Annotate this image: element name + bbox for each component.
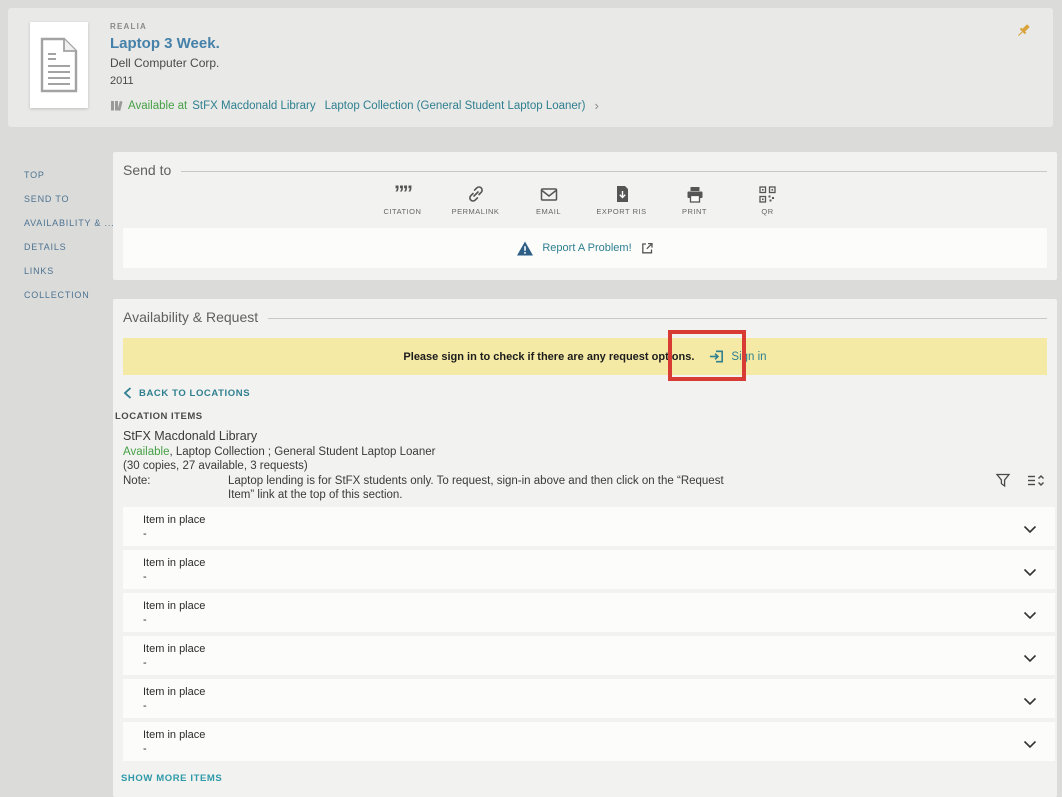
sidebar-item-availability[interactable]: AVAILABILITY & ... [24, 218, 114, 228]
record-page: { "header": { "resource_type": "REALIA",… [0, 0, 1062, 797]
location-copies: (30 copies, 27 available, 3 requests) [123, 460, 763, 472]
export-ris-button[interactable]: EXPORT RIS [585, 184, 658, 216]
signin-icon [708, 348, 725, 365]
availability-status: Available at [128, 100, 187, 112]
chevron-left-icon [123, 387, 132, 399]
availability-link[interactable]: Available at StFX Macdonald Library Lapt… [110, 98, 599, 113]
pushpin-icon [1015, 22, 1032, 39]
page-section-nav: TOP SEND TO AVAILABILITY & ... DETAILS L… [24, 170, 114, 314]
item-row[interactable]: Item in place - [123, 636, 1055, 675]
pin-button[interactable] [1015, 22, 1033, 40]
item-row[interactable]: Item in place - [123, 679, 1055, 718]
signin-button[interactable]: Sign in [708, 348, 766, 365]
record-title-link[interactable]: Laptop 3 Week. [110, 35, 599, 52]
divider [181, 171, 1047, 172]
send-to-title: Send to [123, 162, 171, 178]
availability-title: Availability & Request [123, 309, 258, 325]
record-info: REALIA Laptop 3 Week. Dell Computer Corp… [110, 22, 599, 113]
location-collection: , Laptop Collection ; General Student La… [169, 446, 435, 458]
location-details: StFX Macdonald Library Available, Laptop… [123, 429, 763, 502]
note-label: Note: [123, 475, 228, 502]
external-link-icon [640, 241, 654, 255]
warning-icon [516, 240, 534, 257]
report-problem-label: Report A Problem! [542, 242, 631, 254]
resource-type-label: REALIA [110, 22, 599, 31]
qr-button[interactable]: QR [731, 184, 804, 216]
sidebar-item-details[interactable]: DETAILS [24, 242, 114, 252]
permalink-icon [467, 185, 485, 203]
citation-icon: ”” [394, 187, 411, 201]
availability-section: Availability & Request Please sign in to… [113, 299, 1057, 797]
item-row[interactable]: Item in place - [123, 507, 1055, 546]
document-icon [39, 37, 79, 93]
show-more-items-link[interactable]: SHOW MORE ITEMS [121, 773, 222, 784]
signin-banner: Please sign in to check if there are any… [123, 338, 1047, 375]
availability-icon [110, 99, 123, 112]
location-status: Available [123, 446, 169, 458]
location-note: Note: Laptop lending is for StFX student… [123, 475, 763, 502]
sidebar-item-top[interactable]: TOP [24, 170, 114, 180]
sidebar-item-send-to[interactable]: SEND TO [24, 194, 114, 204]
availability-collection: Laptop Collection (General Student Lapto… [325, 100, 586, 112]
back-to-locations-link[interactable]: BACK TO LOCATIONS [123, 387, 250, 399]
record-summary-card: REALIA Laptop 3 Week. Dell Computer Corp… [8, 8, 1053, 127]
citation-button[interactable]: ”” CITATION [366, 184, 439, 216]
export-ris-icon [614, 185, 630, 203]
sidebar-item-links[interactable]: LINKS [24, 266, 114, 276]
location-status-line: Available, Laptop Collection ; General S… [123, 446, 763, 458]
chevron-down-icon [1023, 740, 1037, 749]
signin-label: Sign in [731, 351, 766, 363]
chevron-right-icon: › [594, 98, 598, 113]
email-icon [540, 186, 558, 202]
permalink-button[interactable]: PERMALINK [439, 184, 512, 216]
chevron-down-icon [1023, 568, 1037, 577]
send-to-section: Send to ”” CITATION PERMALINK [113, 152, 1057, 280]
sort-button[interactable] [1027, 473, 1045, 493]
chevron-down-icon [1023, 697, 1037, 706]
location-library-name: StFX Macdonald Library [123, 429, 763, 443]
record-thumbnail [30, 22, 88, 108]
availability-header: Availability & Request [123, 309, 1047, 325]
print-button[interactable]: PRINT [658, 184, 731, 216]
sidebar-item-collection[interactable]: COLLECTION [24, 290, 114, 300]
availability-library: StFX Macdonald Library [192, 100, 315, 112]
email-button[interactable]: EMAIL [512, 184, 585, 216]
sort-icon [1027, 473, 1045, 488]
signin-message: Please sign in to check if there are any… [403, 351, 694, 363]
location-items-label: LOCATION ITEMS [115, 411, 203, 422]
filter-icon [995, 472, 1011, 489]
item-row[interactable]: Item in place - [123, 593, 1055, 632]
qr-icon [759, 186, 776, 203]
chevron-down-icon [1023, 611, 1037, 620]
location-items-list: Item in place - Item in place - Item in … [123, 507, 1055, 765]
divider [268, 318, 1047, 319]
record-date: 2011 [110, 75, 599, 87]
send-to-header: Send to [123, 162, 1047, 178]
item-row[interactable]: Item in place - [123, 722, 1055, 761]
item-row[interactable]: Item in place - [123, 550, 1055, 589]
record-author: Dell Computer Corp. [110, 56, 599, 70]
filter-button[interactable] [995, 472, 1011, 494]
send-to-actions: ”” CITATION PERMALINK [113, 184, 1057, 216]
chevron-down-icon [1023, 654, 1037, 663]
note-text: Laptop lending is for StFX students only… [228, 475, 728, 502]
print-icon [686, 186, 704, 203]
back-to-locations-label: BACK TO LOCATIONS [139, 388, 250, 399]
chevron-down-icon [1023, 525, 1037, 534]
report-problem-link[interactable]: Report A Problem! [123, 228, 1047, 268]
